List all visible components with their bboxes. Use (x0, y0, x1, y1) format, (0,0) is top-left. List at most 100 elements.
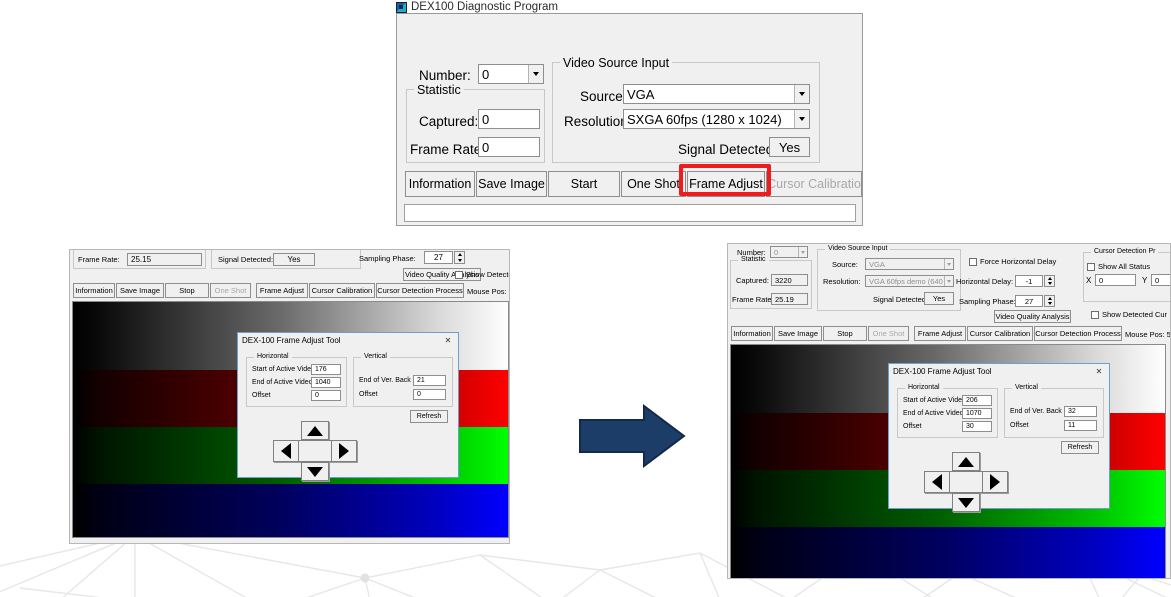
right-fa-down-button[interactable] (952, 493, 980, 512)
checkbox-box[interactable] (1091, 310, 1099, 319)
captured-field[interactable]: 0 (478, 109, 540, 129)
left-fa-refresh-button[interactable]: Refresh (410, 410, 448, 423)
right-hdelay-spinner[interactable] (1044, 275, 1055, 287)
main-dialog-titlebar: DEX100 Diagnostic Program (396, 0, 558, 14)
right-y-field[interactable]: 0 (1151, 274, 1170, 286)
spinner-down-icon[interactable] (1045, 281, 1054, 286)
source-combo-value: VGA (627, 86, 655, 102)
information-button[interactable]: Information (405, 171, 475, 197)
left-fa-v-offset-field[interactable]: 0 (413, 389, 446, 400)
right-save-image-button[interactable]: Save Image (774, 326, 822, 341)
left-statistic-group (73, 250, 206, 269)
right-x-field[interactable]: 0 (1095, 274, 1136, 286)
right-stop-button[interactable]: Stop (823, 326, 867, 341)
save-image-button[interactable]: Save Image (476, 171, 547, 197)
right-number-combo[interactable]: 0 (770, 246, 808, 258)
source-combo[interactable]: VGA (623, 84, 810, 104)
left-fa-end-active-field[interactable]: 1040 (311, 377, 341, 388)
chevron-down-icon[interactable] (528, 65, 543, 83)
right-cursor-detection-process-button[interactable]: Cursor Detection Process (1034, 326, 1122, 341)
spinner-down-icon[interactable] (455, 258, 464, 264)
close-icon[interactable]: ✕ (1093, 367, 1105, 376)
chevron-down-icon[interactable] (794, 110, 809, 128)
right-fa-refresh-button[interactable]: Refresh (1061, 441, 1099, 454)
left-fa-down-button[interactable] (301, 462, 329, 481)
left-stop-button[interactable]: Stop (165, 283, 209, 298)
right-fa-v-offset-label: Offset (1010, 422, 1029, 429)
right-resolution-combo[interactable]: VGA 60fps demo (640 x 480) (865, 275, 954, 287)
spinner-down-icon[interactable] (1045, 301, 1054, 306)
screenshot-root: DEX100 Diagnostic Program Number: 0 Stat… (0, 0, 1171, 597)
checkbox-box[interactable] (969, 257, 977, 266)
video-bar-blue (731, 527, 1165, 578)
left-fa-vertical-title: Vertical (361, 353, 390, 360)
right-fa-right-button[interactable] (982, 471, 1008, 493)
right-video-quality-analysis-button[interactable]: Video Quality Analysis (994, 310, 1071, 323)
right-source-combo[interactable]: VGA (865, 258, 954, 270)
left-fa-title: DEX-100 Frame Adjust Tool (242, 336, 341, 345)
left-information-button[interactable]: Information (73, 283, 115, 298)
left-fa-h-offset-field[interactable]: 0 (311, 390, 341, 401)
right-sampling-field[interactable]: 27 (1015, 295, 1043, 307)
right-y-label: Y (1142, 276, 1148, 285)
start-button[interactable]: Start (548, 171, 620, 197)
chevron-down-icon[interactable] (944, 276, 953, 286)
left-fa-start-active-label: Start of Active Video (252, 366, 315, 373)
chevron-down-icon[interactable] (798, 247, 807, 257)
left-cursor-calibration-button[interactable]: Cursor Calibration (309, 283, 375, 298)
left-frame-adjust-button[interactable]: Frame Adjust (256, 283, 308, 298)
right-fa-end-active-field[interactable]: 1070 (962, 408, 992, 419)
left-save-image-button[interactable]: Save Image (116, 283, 164, 298)
right-fa-up-button[interactable] (952, 452, 980, 471)
right-information-button[interactable]: Information (731, 326, 773, 341)
one-shot-button[interactable]: One Shot (621, 171, 686, 197)
right-captured-field: 3220 (771, 274, 808, 286)
left-fa-end-ver-back-field[interactable]: 21 (413, 375, 446, 386)
right-show-all-status-checkbox[interactable]: Show All Status (1087, 262, 1150, 271)
resolution-combo[interactable]: SXGA 60fps (1280 x 1024) (623, 109, 810, 129)
right-fa-left-button[interactable] (924, 471, 950, 493)
right-cursor-detection-title: Cursor Detection Pr (1091, 248, 1159, 255)
left-sampling-spinner[interactable] (454, 251, 465, 264)
left-sampling-field[interactable]: 27 (424, 251, 453, 264)
right-fa-title: DEX-100 Frame Adjust Tool (893, 367, 992, 376)
left-one-shot-button: One Shot (210, 283, 251, 298)
source-label: Source: (580, 89, 627, 104)
left-fa-left-button[interactable] (273, 440, 299, 462)
right-frame-adjust-button[interactable]: Frame Adjust (914, 326, 966, 341)
right-fa-start-active-field[interactable]: 206 (962, 395, 992, 406)
mesh-node-dot (360, 573, 370, 583)
right-framerate-field: 25.19 (771, 293, 808, 305)
checkbox-box[interactable] (455, 270, 463, 279)
checkbox-box[interactable] (1087, 262, 1095, 271)
chevron-down-icon[interactable] (944, 259, 953, 269)
left-fa-start-active-field[interactable]: 176 (311, 364, 341, 375)
frame-adjust-button[interactable]: Frame Adjust (687, 171, 765, 197)
number-combo[interactable]: 0 (478, 64, 544, 84)
statistic-group-title: Statistic (414, 83, 464, 97)
right-fa-end-active-label: End of Active Video (903, 410, 964, 417)
close-icon[interactable]: ✕ (442, 336, 454, 345)
right-fa-start-active-label: Start of Active Video (903, 397, 966, 404)
left-cursor-detection-process-button[interactable]: Cursor Detection Process (376, 283, 464, 298)
chevron-down-icon[interactable] (794, 85, 809, 103)
left-mouse-pos: Mouse Pos: 514, -8 (467, 287, 509, 296)
number-label: Number: (419, 68, 471, 83)
app-icon (396, 1, 407, 13)
right-fa-end-ver-back-field[interactable]: 32 (1064, 406, 1097, 417)
left-fa-right-button[interactable] (331, 440, 357, 462)
right-force-horizontal-delay-checkbox[interactable]: Force Horizontal Delay (969, 257, 1056, 266)
right-fa-h-offset-field[interactable]: 30 (962, 421, 992, 432)
framerate-field[interactable]: 0 (478, 137, 540, 157)
left-show-detected-cursor-checkbox[interactable]: Show Detected Curs (455, 270, 509, 279)
left-fa-h-offset-label: Offset (252, 392, 271, 399)
left-show-detected-cursor-label: Show Detected Curs (466, 270, 509, 279)
right-fa-v-offset-field[interactable]: 11 (1064, 420, 1097, 431)
right-sampling-spinner[interactable] (1044, 295, 1055, 307)
right-show-detected-cursor-checkbox[interactable]: Show Detected Cur (1091, 310, 1167, 319)
main-dialog-window: Number: 0 Statistic Captured: 0 Frame Ra… (396, 13, 863, 226)
left-fa-up-button[interactable] (301, 421, 329, 440)
right-mouse-pos: Mouse Pos: 514, -8 (1125, 330, 1171, 339)
right-cursor-calibration-button[interactable]: Cursor Calibration (967, 326, 1033, 341)
right-hdelay-field[interactable]: -1 (1015, 275, 1043, 287)
